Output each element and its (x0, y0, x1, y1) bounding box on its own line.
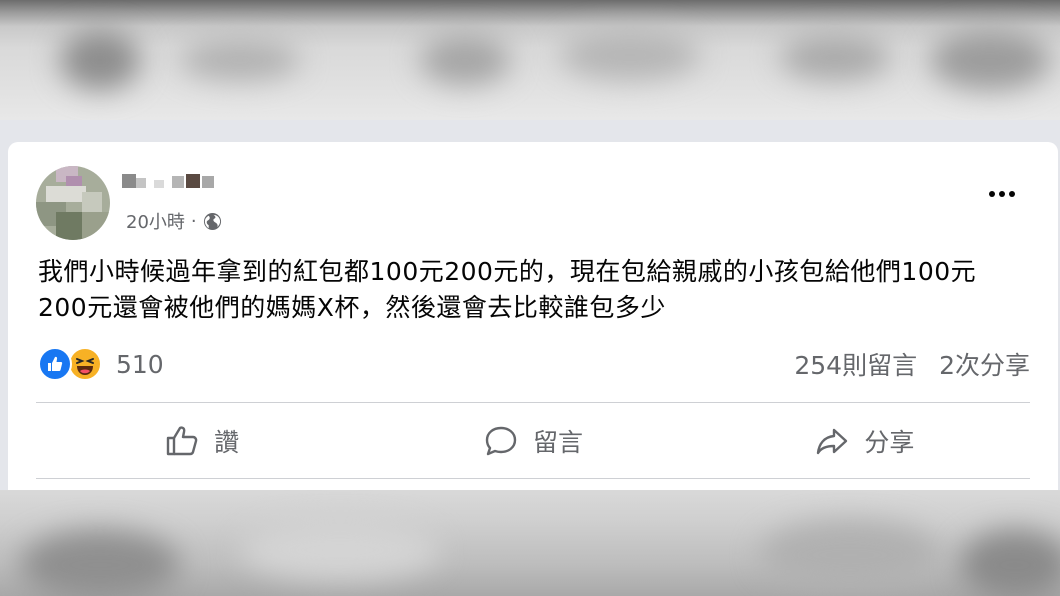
globe-icon (203, 212, 221, 230)
thumbs-up-icon (166, 426, 198, 456)
comment-button[interactable]: 留言 (367, 412, 698, 470)
more-options-icon[interactable] (984, 182, 1020, 206)
facebook-post-card: 20小時 · 我們小時候過年拿到的紅包都100元200元的，現在包給親戚的小孩包… (8, 142, 1058, 490)
share-button[interactable]: 分享 (699, 412, 1030, 470)
engagement-stats: 254則留言 2次分享 (794, 346, 1030, 382)
share-arrow-icon (817, 428, 848, 455)
comment-label: 留言 (532, 428, 583, 457)
avatar[interactable] (36, 166, 110, 240)
reaction-summary[interactable]: 510 (38, 346, 164, 382)
divider (36, 478, 1030, 479)
post-text-line: 我們小時候過年拿到的紅包都100元200元的，現在包給親戚的小孩包給他們100元 (38, 257, 977, 286)
like-label: 讚 (214, 428, 240, 457)
share-label: 分享 (864, 428, 915, 457)
like-button[interactable]: 讚 (36, 412, 367, 470)
post-actions: 讚 留言 分享 (36, 412, 1030, 470)
post-meta: 20小時 · (126, 208, 222, 234)
reaction-count: 510 (116, 349, 164, 379)
share-count-link[interactable]: 2次分享 (939, 346, 1030, 382)
blurred-background-top (0, 0, 1060, 120)
haha-reaction-icon (68, 347, 102, 381)
blurred-background-bottom (0, 490, 1060, 596)
post-timestamp[interactable]: 20小時 (126, 208, 185, 234)
post-text: 我們小時候過年拿到的紅包都100元200元的，現在包給親戚的小孩包給他們100元… (38, 254, 1038, 326)
like-reaction-icon (38, 347, 72, 381)
meta-separator: · (190, 210, 197, 232)
divider (36, 402, 1030, 403)
comment-icon (485, 426, 517, 456)
comment-count-link[interactable]: 254則留言 (794, 346, 917, 382)
post-text-line: 200元還會被他們的媽媽X杯，然後還會去比較誰包多少 (38, 293, 666, 322)
author-name-redacted[interactable] (122, 172, 222, 192)
